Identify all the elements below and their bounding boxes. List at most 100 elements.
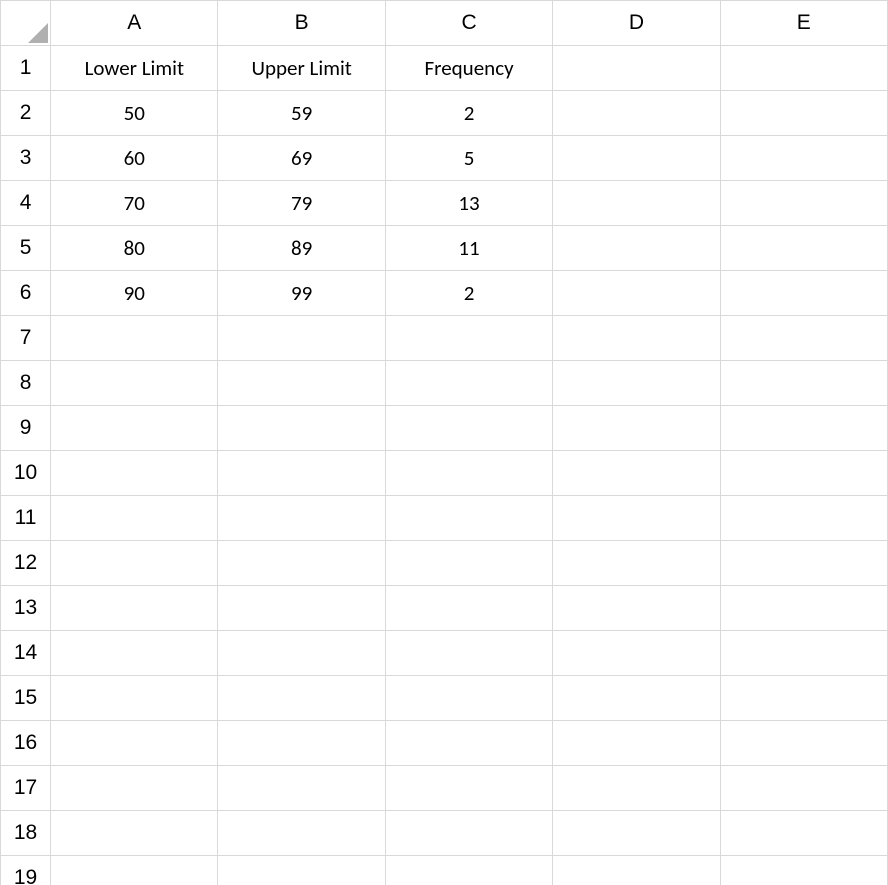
cell-E12[interactable] — [720, 541, 887, 586]
cell-A2[interactable]: 50 — [51, 91, 218, 136]
row-header-3[interactable]: 3 — [1, 136, 51, 181]
cell-E9[interactable] — [720, 406, 887, 451]
spreadsheet-grid[interactable]: A B C D E 1 Lower Limit Upper Limit Freq… — [0, 0, 888, 885]
row-header-9[interactable]: 9 — [1, 406, 51, 451]
cell-D4[interactable] — [553, 181, 720, 226]
cell-D6[interactable] — [553, 271, 720, 316]
cell-E11[interactable] — [720, 496, 887, 541]
cell-B2[interactable]: 59 — [218, 91, 385, 136]
cell-E14[interactable] — [720, 631, 887, 676]
cell-D8[interactable] — [553, 361, 720, 406]
cell-A14[interactable] — [51, 631, 218, 676]
select-all-corner[interactable] — [1, 1, 51, 46]
cell-C6[interactable]: 2 — [385, 271, 552, 316]
cell-B5[interactable]: 89 — [218, 226, 385, 271]
cell-D1[interactable] — [553, 46, 720, 91]
cell-D2[interactable] — [553, 91, 720, 136]
cell-D16[interactable] — [553, 721, 720, 766]
cell-A17[interactable] — [51, 766, 218, 811]
cell-E6[interactable] — [720, 271, 887, 316]
row-header-16[interactable]: 16 — [1, 721, 51, 766]
cell-A19[interactable] — [51, 856, 218, 885]
cell-A15[interactable] — [51, 676, 218, 721]
cell-B7[interactable] — [218, 316, 385, 361]
cell-E10[interactable] — [720, 451, 887, 496]
row-header-8[interactable]: 8 — [1, 361, 51, 406]
cell-B12[interactable] — [218, 541, 385, 586]
cell-A11[interactable] — [51, 496, 218, 541]
row-header-18[interactable]: 18 — [1, 811, 51, 856]
cell-E5[interactable] — [720, 226, 887, 271]
cell-C19[interactable] — [385, 856, 552, 885]
cell-D15[interactable] — [553, 676, 720, 721]
cell-C9[interactable] — [385, 406, 552, 451]
cell-C16[interactable] — [385, 721, 552, 766]
cell-B9[interactable] — [218, 406, 385, 451]
row-header-7[interactable]: 7 — [1, 316, 51, 361]
col-header-A[interactable]: A — [51, 1, 218, 46]
cell-D5[interactable] — [553, 226, 720, 271]
cell-A6[interactable]: 90 — [51, 271, 218, 316]
row-header-1[interactable]: 1 — [1, 46, 51, 91]
cell-C11[interactable] — [385, 496, 552, 541]
cell-D18[interactable] — [553, 811, 720, 856]
cell-B14[interactable] — [218, 631, 385, 676]
row-header-5[interactable]: 5 — [1, 226, 51, 271]
cell-B10[interactable] — [218, 451, 385, 496]
cell-D3[interactable] — [553, 136, 720, 181]
col-header-C[interactable]: C — [385, 1, 552, 46]
row-header-11[interactable]: 11 — [1, 496, 51, 541]
cell-C15[interactable] — [385, 676, 552, 721]
cell-A8[interactable] — [51, 361, 218, 406]
cell-E15[interactable] — [720, 676, 887, 721]
cell-D11[interactable] — [553, 496, 720, 541]
col-header-D[interactable]: D — [553, 1, 720, 46]
cell-C8[interactable] — [385, 361, 552, 406]
cell-C4[interactable]: 13 — [385, 181, 552, 226]
cell-D10[interactable] — [553, 451, 720, 496]
cell-C7[interactable] — [385, 316, 552, 361]
cell-A13[interactable] — [51, 586, 218, 631]
cell-B4[interactable]: 79 — [218, 181, 385, 226]
cell-E18[interactable] — [720, 811, 887, 856]
cell-E1[interactable] — [720, 46, 887, 91]
cell-D19[interactable] — [553, 856, 720, 885]
cell-D9[interactable] — [553, 406, 720, 451]
cell-A7[interactable] — [51, 316, 218, 361]
cell-C2[interactable]: 2 — [385, 91, 552, 136]
cell-C13[interactable] — [385, 586, 552, 631]
cell-E16[interactable] — [720, 721, 887, 766]
cell-B6[interactable]: 99 — [218, 271, 385, 316]
cell-C14[interactable] — [385, 631, 552, 676]
cell-B11[interactable] — [218, 496, 385, 541]
col-header-B[interactable]: B — [218, 1, 385, 46]
cell-E7[interactable] — [720, 316, 887, 361]
cell-B18[interactable] — [218, 811, 385, 856]
cell-A18[interactable] — [51, 811, 218, 856]
cell-B8[interactable] — [218, 361, 385, 406]
cell-E2[interactable] — [720, 91, 887, 136]
cell-B3[interactable]: 69 — [218, 136, 385, 181]
cell-B1[interactable]: Upper Limit — [218, 46, 385, 91]
cell-B13[interactable] — [218, 586, 385, 631]
row-header-2[interactable]: 2 — [1, 91, 51, 136]
cell-E4[interactable] — [720, 181, 887, 226]
cell-C18[interactable] — [385, 811, 552, 856]
row-header-12[interactable]: 12 — [1, 541, 51, 586]
cell-B16[interactable] — [218, 721, 385, 766]
cell-A4[interactable]: 70 — [51, 181, 218, 226]
cell-A9[interactable] — [51, 406, 218, 451]
cell-C1[interactable]: Frequency — [385, 46, 552, 91]
row-header-17[interactable]: 17 — [1, 766, 51, 811]
cell-A1[interactable]: Lower Limit — [51, 46, 218, 91]
cell-D12[interactable] — [553, 541, 720, 586]
col-header-E[interactable]: E — [720, 1, 887, 46]
cell-E3[interactable] — [720, 136, 887, 181]
cell-A3[interactable]: 60 — [51, 136, 218, 181]
row-header-4[interactable]: 4 — [1, 181, 51, 226]
cell-A10[interactable] — [51, 451, 218, 496]
cell-D17[interactable] — [553, 766, 720, 811]
row-header-19[interactable]: 19 — [1, 856, 51, 885]
cell-A5[interactable]: 80 — [51, 226, 218, 271]
cell-D13[interactable] — [553, 586, 720, 631]
